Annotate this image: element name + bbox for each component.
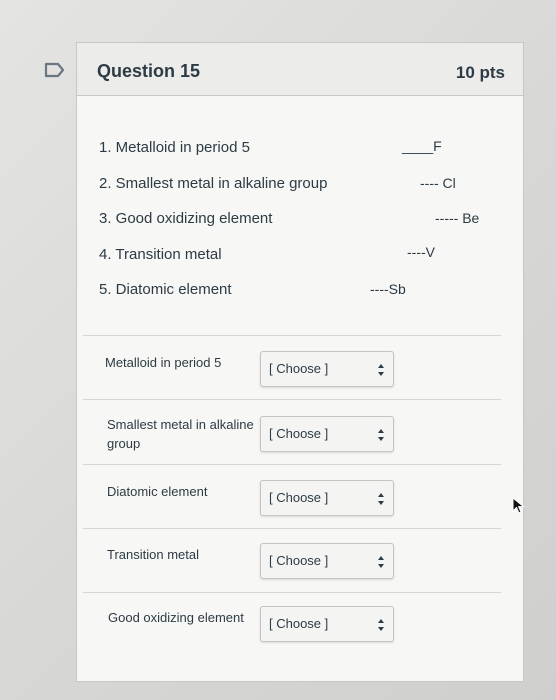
up-down-arrows-icon [378,556,384,568]
answer-note: ----- Be [435,210,480,226]
prompt-item: 1. Metalloid in period 5 [99,139,250,156]
answer-note: ----V [407,244,435,260]
mouse-pointer-icon [512,497,525,514]
up-down-arrows-icon [378,429,384,441]
question-title: Question 15 [97,61,201,81]
match-select[interactable]: [ Choose ] [260,416,394,452]
match-select[interactable]: [ Choose ] [260,606,394,642]
up-down-arrows-icon [378,364,384,376]
up-down-arrows-icon [378,619,384,631]
select-value: [ Choose ] [269,361,329,376]
divider [83,592,501,593]
divider [83,528,501,529]
match-label: Good oxidizing element [108,610,244,625]
answer-note: ---- Cl [420,175,456,191]
select-value: [ Choose ] [269,490,329,505]
question-points: 10 pts [455,63,505,82]
match-label: Metalloid in period 5 [105,355,222,370]
select-value: [ Choose ] [269,616,329,631]
question-card: Question 15 10 pts 1. Metalloid in perio… [76,42,524,682]
match-label: Transition metal [107,547,199,562]
match-select[interactable]: [ Choose ] [260,351,394,387]
select-value: [ Choose ] [269,426,329,441]
match-label: Smallest metal in alkaline group [107,417,254,451]
question-header: Question 15 10 pts [77,43,523,96]
answer-note: ____F [402,138,442,154]
prompt-item: 4. Transition metal [99,246,222,263]
match-select[interactable]: [ Choose ] [260,480,394,516]
match-label: Diatomic element [107,484,208,499]
divider [83,399,501,400]
prompt-item: 5. Diatomic element [99,281,232,298]
divider [83,464,501,465]
match-select[interactable]: [ Choose ] [260,543,394,579]
divider [83,335,501,336]
answer-note: ----Sb [370,281,406,297]
up-down-arrows-icon [378,493,384,505]
prompt-item: 3. Good oxidizing element [99,210,273,227]
prompt-item: 2. Smallest metal in alkaline group [99,175,328,192]
bookmark-flag-icon[interactable] [44,62,66,78]
select-value: [ Choose ] [269,553,329,568]
